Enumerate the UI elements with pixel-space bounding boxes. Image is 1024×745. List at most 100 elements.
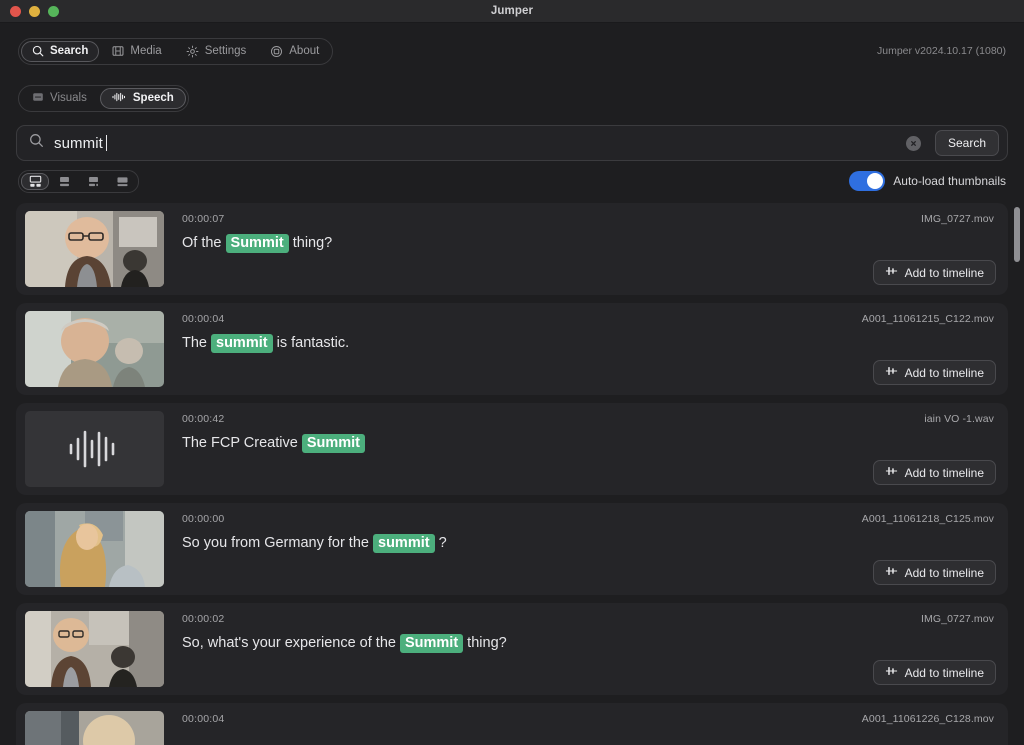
caption-after: ? — [434, 535, 447, 551]
thumbnail[interactable] — [25, 311, 164, 387]
layout-mode-large[interactable] — [108, 173, 136, 190]
result-row[interactable]: 00:00:42 The FCP Creative Summit iain VO… — [16, 403, 1008, 495]
add-to-timeline-label: Add to timeline — [904, 665, 984, 680]
tab-about-label: About — [289, 45, 320, 57]
result-row[interactable]: 00:00:04 A001_11061226_C128.mov Add to t… — [16, 703, 1008, 745]
mode-speech-label: Speech — [132, 92, 174, 104]
tab-search-label: Search — [50, 45, 89, 57]
thumbnail[interactable] — [25, 711, 164, 745]
result-body: 00:00:07 Of the Summit thing? IMG_0727.m… — [164, 203, 1008, 295]
autoload-thumbnails-toggle[interactable]: Auto-load thumbnails — [849, 171, 1006, 191]
search-icon — [29, 133, 44, 153]
thumbnail[interactable] — [25, 611, 164, 687]
add-to-timeline-button[interactable]: Add to timeline — [872, 360, 996, 385]
tab-settings-label: Settings — [204, 45, 247, 57]
add-to-timeline-button[interactable]: Add to timeline — [872, 660, 996, 685]
text-cursor — [105, 135, 107, 151]
filename: A001_11061226_C128.mov — [861, 713, 994, 725]
caption: The summit is fantastic. — [182, 334, 996, 353]
caption-before: The — [182, 335, 212, 351]
title-bar: Jumper — [0, 0, 1024, 23]
timeline-marker-icon — [885, 365, 898, 380]
layout-mode-list[interactable] — [79, 173, 107, 190]
add-to-timeline-label: Add to timeline — [904, 465, 984, 480]
caption-match: Summit — [301, 434, 365, 453]
result-row[interactable]: 00:00:07 Of the Summit thing? IMG_0727.m… — [16, 203, 1008, 295]
add-to-timeline-button[interactable]: Add to timeline — [872, 460, 996, 485]
caption-match: Summit — [225, 234, 289, 253]
audio-waveform-icon — [69, 430, 114, 468]
toggle-switch[interactable] — [849, 171, 886, 191]
search-row: summit Search — [0, 117, 1024, 161]
result-body: 00:00:00 So you from Germany for the sum… — [164, 503, 1008, 595]
timestamp: 00:00:07 — [182, 213, 225, 225]
layout-mode-compact[interactable] — [50, 173, 78, 190]
add-to-timeline-label: Add to timeline — [904, 365, 984, 380]
tab-media[interactable]: Media — [101, 41, 172, 62]
timeline-marker-icon — [885, 265, 898, 280]
result-body: 00:00:42 The FCP Creative Summit iain VO… — [164, 403, 1008, 495]
result-row[interactable]: 00:00:02 So, what's your experience of t… — [16, 603, 1008, 695]
results-list[interactable]: 00:00:07 Of the Summit thing? IMG_0727.m… — [0, 201, 1024, 745]
thumbnail[interactable] — [25, 511, 164, 587]
clear-search-icon[interactable] — [905, 135, 921, 151]
mode-visuals-label: Visuals — [50, 92, 87, 104]
caption-before: The FCP Creative — [182, 435, 302, 451]
filename: IMG_0727.mov — [921, 213, 994, 225]
gear-icon — [186, 45, 199, 58]
tab-search[interactable]: Search — [21, 40, 100, 62]
filename: iain VO -1.wav — [924, 413, 994, 425]
mode-speech[interactable]: Speech — [99, 87, 186, 109]
timestamp: 00:00:02 — [182, 613, 225, 625]
search-input-value: summit — [54, 134, 103, 152]
options-row: Auto-load thumbnails — [0, 161, 1024, 201]
tab-about[interactable]: About — [259, 41, 330, 62]
nav-tab-group: Search Media Settings About — [18, 37, 334, 65]
caption: The FCP Creative Summit — [182, 434, 996, 453]
toggle-knob — [867, 173, 884, 189]
list-layout-icon — [88, 176, 98, 186]
filename: A001_11061215_C122.mov — [861, 313, 994, 325]
autoload-thumbnails-label: Auto-load thumbnails — [893, 174, 1006, 188]
film-icon — [112, 45, 124, 57]
mode-visuals[interactable]: Visuals — [21, 88, 98, 109]
caption-before: So, what's your experience of the — [182, 635, 400, 651]
thumbnail[interactable] — [25, 411, 164, 487]
caption-after: thing? — [288, 235, 333, 251]
app-window: Jumper Search Media Settings About Jumpe… — [0, 0, 1024, 745]
search-button[interactable]: Search — [934, 130, 999, 156]
layout-mode-group — [18, 169, 139, 193]
add-to-timeline-label: Add to timeline — [904, 565, 984, 580]
image-icon — [32, 91, 44, 106]
filename: IMG_0727.mov — [921, 613, 994, 625]
add-to-timeline-button[interactable]: Add to timeline — [872, 260, 996, 285]
results-scrollbar[interactable] — [1014, 207, 1020, 262]
mode-toggle-row: Visuals Speech — [0, 79, 1024, 117]
result-row[interactable]: 00:00:04 The summit is fantastic. A001_1… — [16, 303, 1008, 395]
caption-match: summit — [373, 534, 435, 553]
add-to-timeline-button[interactable]: Add to timeline — [872, 560, 996, 585]
grid-layout-icon — [29, 175, 41, 187]
waveform-icon — [112, 91, 127, 106]
thumbnail[interactable] — [25, 211, 164, 287]
search-box[interactable]: summit Search — [16, 125, 1008, 161]
mode-toggle-group: Visuals Speech — [18, 84, 189, 112]
add-to-timeline-label: Add to timeline — [904, 265, 984, 280]
compact-layout-icon — [59, 176, 69, 186]
caption-match: summit — [211, 334, 273, 353]
caption-after: thing? — [463, 635, 507, 651]
lifebuoy-icon — [270, 45, 283, 58]
timeline-marker-icon — [885, 565, 898, 580]
tab-settings[interactable]: Settings — [175, 41, 258, 62]
caption: So you from Germany for the summit ? — [182, 534, 996, 553]
result-body: 00:00:02 So, what's your experience of t… — [164, 603, 1008, 695]
caption-match: Summit — [399, 634, 464, 653]
filename: A001_11061218_C125.mov — [861, 513, 994, 525]
caption: So, what's your experience of the Summit… — [182, 634, 996, 653]
layout-mode-grid[interactable] — [21, 172, 49, 190]
result-row[interactable]: 00:00:00 So you from Germany for the sum… — [16, 503, 1008, 595]
caption-before: So you from Germany for the — [182, 535, 373, 551]
caption-before: Of the — [182, 235, 226, 251]
window-title: Jumper — [490, 5, 534, 17]
search-input[interactable]: summit — [54, 135, 896, 152]
